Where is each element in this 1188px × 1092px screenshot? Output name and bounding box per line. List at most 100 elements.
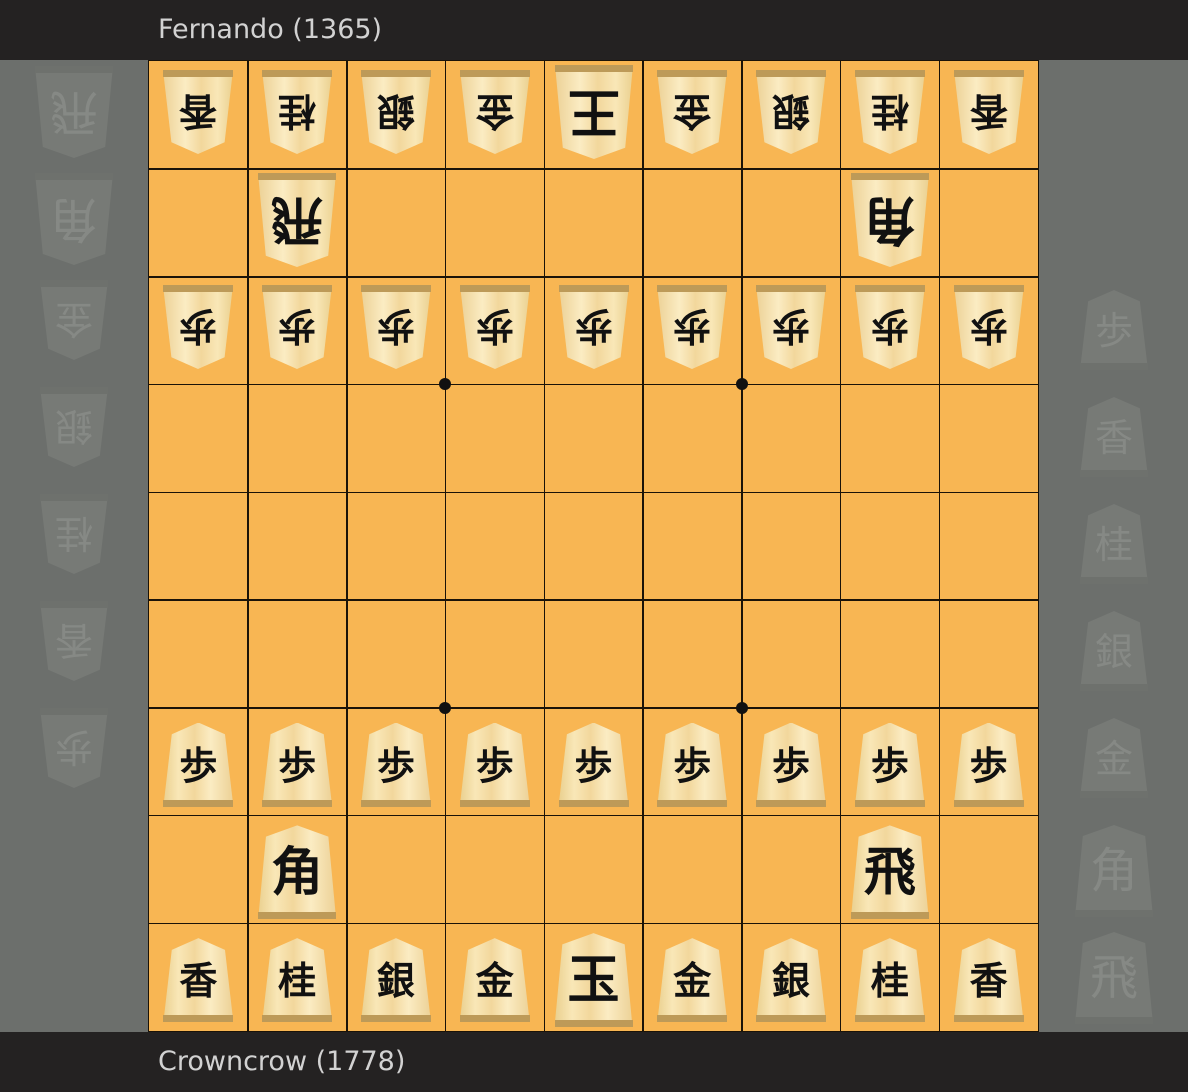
gote-rook-piece[interactable]: 飛 <box>35 66 113 158</box>
sente-silver-piece[interactable]: 銀 <box>1080 611 1148 691</box>
piece-glyph: 香 <box>969 88 1008 134</box>
sente-pawn-piece[interactable]: 歩 <box>163 722 234 807</box>
piece-glyph: 飛 <box>50 84 99 140</box>
sente-bishop-piece[interactable]: 角 <box>258 825 337 920</box>
board-file-line <box>346 61 348 1031</box>
piece-glyph: 香 <box>1094 416 1133 460</box>
piece-glyph: 香 <box>969 958 1008 1004</box>
board-rank-line <box>149 491 1038 494</box>
gote-bishop-piece[interactable]: 角 <box>850 172 929 267</box>
gote-pawn-piece[interactable]: 歩 <box>459 285 530 369</box>
gote-knight-piece[interactable]: 桂 <box>262 69 333 154</box>
board-rank-line <box>149 707 1038 709</box>
piece-glyph: 桂 <box>1094 523 1133 567</box>
piece-glyph: 歩 <box>376 742 415 788</box>
sente-silver-piece[interactable]: 銀 <box>360 938 431 1023</box>
sente-gold-piece[interactable]: 金 <box>1080 718 1148 798</box>
gote-gold-piece[interactable]: 金 <box>40 280 108 360</box>
star-point <box>439 378 452 391</box>
gote-silver-piece[interactable]: 銀 <box>756 69 827 154</box>
piece-glyph: 銀 <box>772 88 811 134</box>
sente-knight-piece[interactable]: 桂 <box>1080 504 1148 584</box>
gote-pawn-piece[interactable]: 歩 <box>756 285 827 369</box>
board-file-line <box>741 61 743 1031</box>
piece-glyph: 飛 <box>271 188 324 250</box>
sente-bishop-piece[interactable]: 角 <box>1075 825 1153 917</box>
sente-gold-piece[interactable]: 金 <box>657 938 728 1023</box>
gote-pawn-piece[interactable]: 歩 <box>558 285 629 369</box>
shogi-board[interactable]: 香桂銀金王金銀桂香飛角歩歩歩歩歩歩歩歩歩歩歩歩歩歩歩歩歩歩角飛香桂銀金玉金銀桂香 <box>148 60 1039 1032</box>
piece-glyph: 金 <box>55 297 94 341</box>
piece-glyph: 桂 <box>278 88 317 134</box>
board-rank-line <box>149 168 1038 170</box>
board-rank-line <box>149 383 1038 386</box>
sente-pawn-piece[interactable]: 歩 <box>360 722 431 807</box>
sente-knight-piece[interactable]: 桂 <box>262 938 333 1023</box>
gote-pawn-piece[interactable]: 歩 <box>40 708 108 788</box>
piece-glyph: 歩 <box>376 304 415 350</box>
piece-glyph: 歩 <box>475 742 514 788</box>
board-file-line <box>543 61 546 1031</box>
board-rank-line <box>149 276 1038 278</box>
piece-glyph: 歩 <box>278 742 317 788</box>
piece-glyph: 角 <box>1089 843 1138 899</box>
piece-glyph: 歩 <box>1094 309 1133 353</box>
piece-glyph: 香 <box>179 958 218 1004</box>
sente-lance-piece[interactable]: 香 <box>163 938 234 1023</box>
sente-pawn-piece[interactable]: 歩 <box>953 722 1024 807</box>
sente-rook-piece[interactable]: 飛 <box>1075 932 1153 1024</box>
sente-pawn-piece[interactable]: 歩 <box>558 722 629 807</box>
sente-rook-piece[interactable]: 飛 <box>850 825 929 920</box>
piece-glyph: 歩 <box>574 304 613 350</box>
sente-pawn-piece[interactable]: 歩 <box>756 722 827 807</box>
gote-lance-piece[interactable]: 香 <box>953 69 1024 154</box>
gote-lance-piece[interactable]: 香 <box>163 69 234 154</box>
sente-pawn-piece[interactable]: 歩 <box>854 722 925 807</box>
gote-lance-piece[interactable]: 香 <box>40 601 108 681</box>
piece-glyph: 銀 <box>772 958 811 1004</box>
gote-gold-piece[interactable]: 金 <box>657 69 728 154</box>
bottom-player-name[interactable]: Crowncrow (1778) <box>158 1046 405 1077</box>
sente-knight-piece[interactable]: 桂 <box>854 938 925 1023</box>
gote-pawn-piece[interactable]: 歩 <box>262 285 333 369</box>
sente-pawn-piece[interactable]: 歩 <box>1080 290 1148 370</box>
gote-gold-piece[interactable]: 金 <box>459 69 530 154</box>
gote-silver-piece[interactable]: 銀 <box>360 69 431 154</box>
sente-gold-piece[interactable]: 金 <box>459 938 530 1023</box>
piece-glyph: 銀 <box>376 88 415 134</box>
gote-pawn-piece[interactable]: 歩 <box>163 285 234 369</box>
gote-knight-piece[interactable]: 桂 <box>40 494 108 574</box>
sente-pawn-piece[interactable]: 歩 <box>459 722 530 807</box>
gote-pawn-piece[interactable]: 歩 <box>360 285 431 369</box>
sente-pawn-piece[interactable]: 歩 <box>657 722 728 807</box>
piece-glyph: 銀 <box>55 404 94 448</box>
gote-knight-piece[interactable]: 桂 <box>854 69 925 154</box>
star-point <box>439 701 452 714</box>
piece-glyph: 桂 <box>870 88 909 134</box>
piece-glyph: 歩 <box>673 742 712 788</box>
sente-lance-piece[interactable]: 香 <box>1080 397 1148 477</box>
piece-glyph: 歩 <box>475 304 514 350</box>
gote-pawn-piece[interactable]: 歩 <box>657 285 728 369</box>
top-player-name[interactable]: Fernando (1365) <box>158 14 382 45</box>
gote-bishop-piece[interactable]: 角 <box>35 173 113 265</box>
sente-lance-piece[interactable]: 香 <box>953 938 1024 1023</box>
piece-glyph: 歩 <box>969 304 1008 350</box>
top-player-bar: Fernando (1365) <box>0 0 1188 60</box>
sente-pawn-piece[interactable]: 歩 <box>262 722 333 807</box>
piece-glyph: 桂 <box>55 511 94 555</box>
gote-piece-stand: 飛角金銀桂香歩 <box>0 60 148 1032</box>
piece-glyph: 桂 <box>278 958 317 1004</box>
sente-king-piece[interactable]: 玉 <box>554 933 633 1028</box>
piece-glyph: 歩 <box>870 742 909 788</box>
gote-pawn-piece[interactable]: 歩 <box>854 285 925 369</box>
gote-silver-piece[interactable]: 銀 <box>40 387 108 467</box>
sente-silver-piece[interactable]: 銀 <box>756 938 827 1023</box>
gote-pawn-piece[interactable]: 歩 <box>953 285 1024 369</box>
piece-glyph: 角 <box>50 191 99 247</box>
piece-glyph: 歩 <box>278 304 317 350</box>
gote-rook-piece[interactable]: 飛 <box>258 172 337 267</box>
gote-king-piece[interactable]: 王 <box>554 64 633 159</box>
piece-glyph: 歩 <box>870 304 909 350</box>
bottom-player-bar: Crowncrow (1778) <box>0 1032 1188 1092</box>
